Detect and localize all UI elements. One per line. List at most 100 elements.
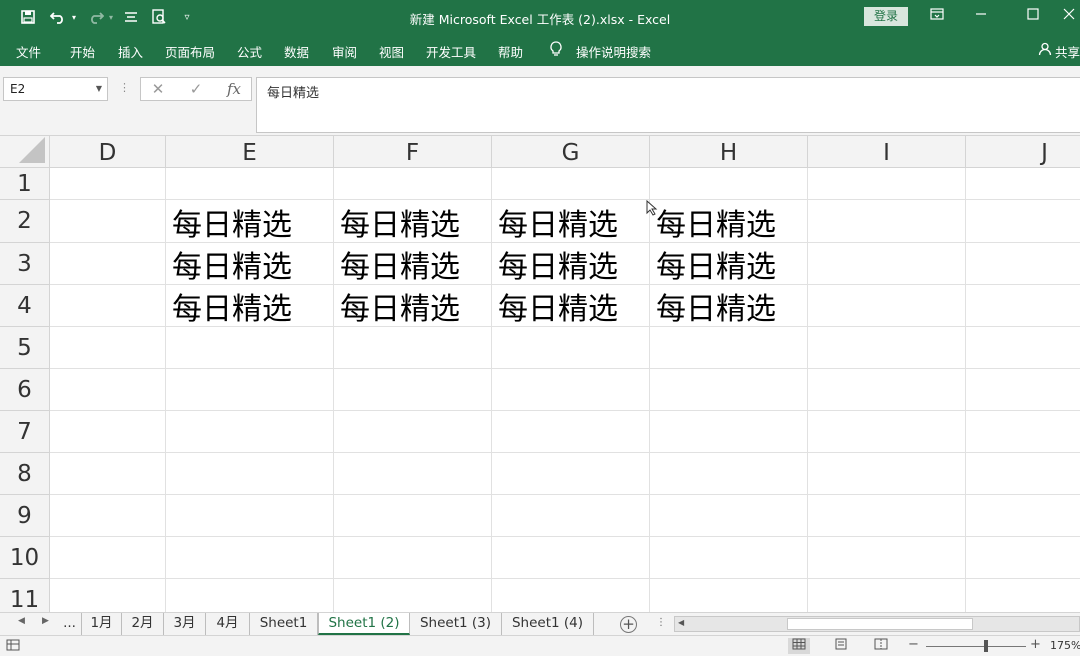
gridline [50, 536, 1080, 537]
horizontal-scrollbar[interactable]: ◀ [674, 616, 1080, 632]
column-header-d[interactable]: D [50, 136, 166, 168]
name-box-value: E2 [10, 82, 26, 96]
cell-h4[interactable]: 每日精选 [650, 285, 776, 327]
scroll-tabs-left-icon[interactable]: ◀ [18, 616, 25, 626]
formula-input[interactable]: 每日精选 [256, 77, 1080, 133]
scroll-left-icon[interactable]: ◀ [678, 618, 684, 627]
zoom-in-icon[interactable]: + [1030, 637, 1041, 652]
sheet-tab-sheet1-3[interactable]: Sheet1 (3) [410, 613, 502, 635]
row-header-8[interactable]: 8 [0, 453, 50, 495]
split-handle-icon[interactable]: ⋮ [656, 617, 666, 628]
cell-h3[interactable]: 每日精选 [650, 243, 776, 285]
column-header-h[interactable]: H [650, 136, 808, 168]
cell-e3[interactable]: 每日精选 [166, 243, 292, 285]
person-icon [1038, 42, 1052, 59]
drag-handle-icon[interactable]: ⋮ [119, 81, 130, 94]
column-header-i[interactable]: I [808, 136, 966, 168]
sheet-tab-sheet1-4[interactable]: Sheet1 (4) [502, 613, 594, 635]
share-button[interactable]: 共享 [1055, 42, 1080, 61]
gridline [50, 578, 1080, 579]
tab-home[interactable]: 开始 [70, 42, 95, 61]
tab-formulas[interactable]: 公式 [237, 42, 262, 61]
zoom-level[interactable]: 175% [1050, 639, 1080, 652]
ribbon-display-icon[interactable] [922, 5, 952, 27]
row-header-1[interactable]: 1 [0, 168, 50, 200]
mouse-cursor-icon [646, 200, 658, 216]
cell-e2[interactable]: 每日精选 [166, 200, 292, 243]
tell-me-search[interactable]: 操作说明搜索 [576, 42, 651, 61]
row-header-2[interactable]: 2 [0, 200, 50, 243]
cancel-icon[interactable]: ✕ [145, 80, 171, 98]
sheet-tab-sheet1[interactable]: Sheet1 [250, 613, 318, 635]
column-header-j[interactable]: J [966, 136, 1080, 168]
status-bar: − + 175% [0, 635, 1080, 656]
row-header-6[interactable]: 6 [0, 369, 50, 411]
normal-view-icon[interactable] [788, 638, 810, 654]
column-header-g[interactable]: G [492, 136, 650, 168]
sheet-tab-feb[interactable]: 2月 [122, 613, 164, 635]
sheet-tab-jan[interactable]: 1月 [82, 613, 122, 635]
ribbon-tabs: 文件 开始 插入 页面布局 公式 数据 审阅 视图 开发工具 帮助 操作说明搜索… [0, 34, 1080, 66]
tab-view[interactable]: 视图 [379, 42, 404, 61]
select-all-button[interactable] [0, 136, 50, 168]
tab-data[interactable]: 数据 [284, 42, 309, 61]
column-header-e[interactable]: E [166, 136, 334, 168]
page-layout-view-icon[interactable] [830, 638, 852, 654]
zoom-slider-thumb[interactable] [984, 640, 988, 652]
cell-h2[interactable]: 每日精选 [650, 200, 776, 243]
tab-insert[interactable]: 插入 [118, 42, 143, 61]
zoom-out-icon[interactable]: − [908, 637, 919, 652]
sheet-tabs-overflow[interactable]: ... [58, 613, 82, 635]
macro-recording-icon[interactable] [6, 639, 20, 654]
insert-function-button[interactable]: fx [221, 80, 247, 98]
formula-bar: E2 ▼ ⋮ ✕ ✓ fx 每日精选 [0, 66, 1080, 136]
maximize-icon[interactable] [1018, 5, 1048, 27]
tab-developer[interactable]: 开发工具 [426, 42, 476, 61]
close-icon[interactable] [1058, 5, 1080, 27]
lightbulb-icon [549, 41, 563, 60]
title-bar: ▾ ▾ ▿ 新建 Microsoft Excel 工作表 (2).xlsx - … [0, 0, 1080, 34]
gridline [50, 452, 1080, 453]
cell-f4[interactable]: 每日精选 [334, 285, 460, 327]
cell-f3[interactable]: 每日精选 [334, 243, 460, 285]
cell-e4[interactable]: 每日精选 [166, 285, 292, 327]
enter-icon[interactable]: ✓ [183, 80, 209, 98]
gridline [807, 168, 808, 612]
cell-g3[interactable]: 每日精选 [492, 243, 618, 285]
scroll-tabs-right-icon[interactable]: ▶ [42, 616, 49, 626]
add-sheet-button[interactable]: + [620, 616, 637, 633]
row-header-5[interactable]: 5 [0, 327, 50, 369]
gridline [50, 410, 1080, 411]
tab-file[interactable]: 文件 [16, 42, 41, 61]
row-header-3[interactable]: 3 [0, 243, 50, 285]
gridline [50, 368, 1080, 369]
row-header-4[interactable]: 4 [0, 285, 50, 327]
gridline [50, 494, 1080, 495]
cell-f2[interactable]: 每日精选 [334, 200, 460, 243]
minimize-icon[interactable] [966, 5, 996, 27]
formula-buttons: ✕ ✓ fx [140, 77, 252, 101]
row-header-9[interactable]: 9 [0, 495, 50, 537]
row-header-10[interactable]: 10 [0, 537, 50, 579]
window-title: 新建 Microsoft Excel 工作表 (2).xlsx - Excel [409, 12, 671, 27]
cell-g4[interactable]: 每日精选 [492, 285, 618, 327]
cell-g2[interactable]: 每日精选 [492, 200, 618, 243]
tab-review[interactable]: 审阅 [332, 42, 357, 61]
gridline [965, 168, 966, 612]
sheet-tabs-bar: ◀ ▶ ... 1月 2月 3月 4月 Sheet1 Sheet1 (2) Sh… [0, 612, 1080, 635]
sheet-tab-sheet1-2[interactable]: Sheet1 (2) [318, 613, 410, 635]
name-box[interactable]: E2 ▼ [3, 77, 108, 101]
scrollbar-thumb[interactable] [787, 618, 973, 630]
sheet-tab-apr[interactable]: 4月 [206, 613, 250, 635]
tab-help[interactable]: 帮助 [498, 42, 523, 61]
chevron-down-icon[interactable]: ▼ [96, 78, 102, 100]
column-header-f[interactable]: F [334, 136, 492, 168]
tab-page-layout[interactable]: 页面布局 [165, 42, 215, 61]
row-header-7[interactable]: 7 [0, 411, 50, 453]
page-break-view-icon[interactable] [870, 638, 892, 654]
sheet-tab-mar[interactable]: 3月 [164, 613, 206, 635]
login-button[interactable]: 登录 [864, 7, 908, 26]
row-header-11[interactable]: 11 [0, 579, 50, 612]
zoom-slider-track[interactable] [926, 646, 1026, 647]
worksheet-grid[interactable]: D E F G H I J 1 2 3 4 5 6 7 8 9 10 11 每日… [0, 136, 1080, 612]
